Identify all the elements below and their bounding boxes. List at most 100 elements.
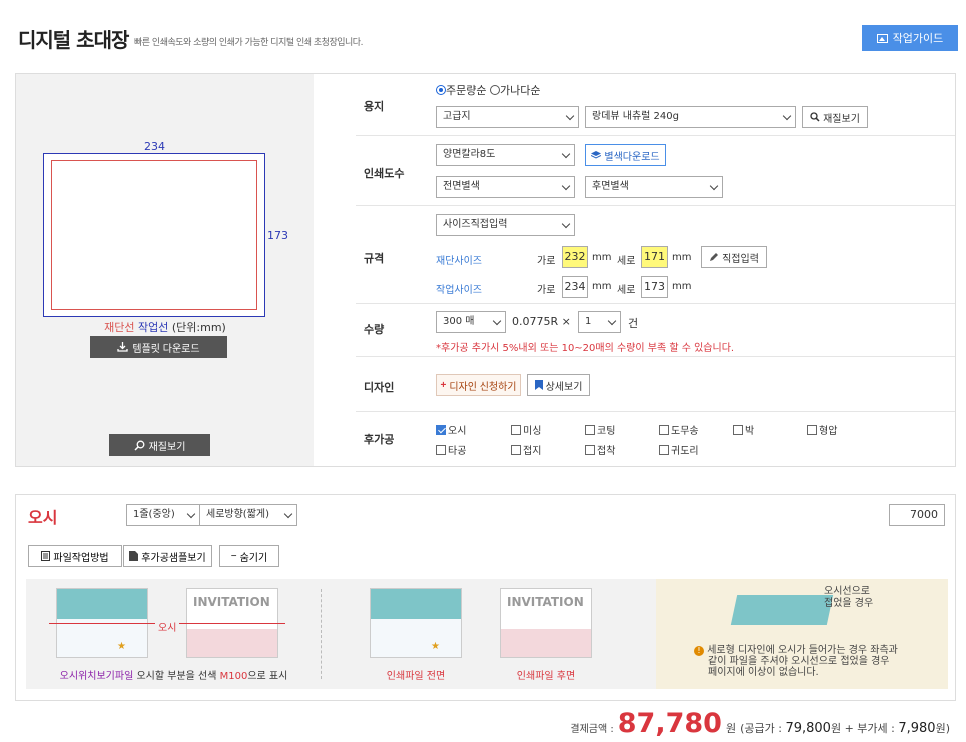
direct-input-label: 직접입력 (722, 253, 759, 265)
finishing-checkbox[interactable] (659, 445, 669, 455)
finishing-option[interactable]: 오시 (436, 422, 466, 437)
finishing-checkbox[interactable] (733, 425, 743, 435)
finishing-checkbox[interactable] (585, 425, 595, 435)
thumb-line (49, 623, 155, 624)
quantity-select[interactable]: 300 매 (436, 311, 506, 333)
order-count-value: 1 (585, 316, 592, 327)
caption-left-c: M100 (219, 671, 248, 682)
osi-direction-select[interactable]: 세로방향(짧게) (199, 504, 297, 526)
paper-row: 용지 주문량순 가나다순 고급지 랑데뷰 내츄럴 240g 재질보기 (356, 74, 955, 136)
osi-line-select[interactable]: 1줄(중앙) (126, 504, 200, 526)
print-colors-select[interactable]: 양면칼라8도 (436, 144, 575, 166)
hide-button[interactable]: − 숨기기 (219, 545, 279, 567)
work-width-input[interactable]: 234 (562, 276, 588, 298)
finishing-option[interactable]: 박 (733, 422, 754, 437)
layers-icon (591, 150, 602, 159)
size-mode-select[interactable]: 사이즈직접입력 (436, 214, 575, 236)
paper-stock-select[interactable]: 랑데뷰 내츄럴 240g (585, 106, 796, 128)
finishing-checkbox[interactable] (659, 425, 669, 435)
paper-view-label: 재질보기 (823, 113, 860, 125)
chevron-down-icon (561, 219, 571, 229)
info-icon: ! (694, 646, 704, 656)
fold-info-area: 오시선으로 접었을 경우 ! 세로형 디자인에 오시가 들어가는 경우 좌측과 … (656, 579, 948, 689)
design-apply-button[interactable]: + 디자인 신청하기 (436, 374, 521, 396)
finishing-option-label: 접착 (597, 446, 616, 457)
sort-alpha-label: 가나다순 (499, 84, 541, 97)
supply-label: (공급가 : (740, 722, 782, 735)
size-preview: 234 173 재단선 작업선 (단위:mm) 템플릿 다운로드 재질보기 (16, 74, 314, 466)
fold-info-line-1: 세로형 디자인에 오시가 들어가는 경우 좌측과 (707, 645, 898, 656)
finishing-option[interactable]: 코팅 (585, 422, 615, 437)
finishing-option-label: 도무송 (671, 426, 699, 437)
front-spot-select[interactable]: 전면별색 (436, 176, 575, 198)
finishing-checkbox[interactable] (585, 445, 595, 455)
design-detail-button[interactable]: 상세보기 (527, 374, 590, 396)
finishing-option[interactable]: 귀도리 (659, 442, 699, 457)
finishing-option-label: 코팅 (597, 426, 616, 437)
template-download-button[interactable]: 템플릿 다운로드 (90, 336, 227, 358)
legend-unit: (단위:mm) (171, 321, 226, 334)
finishing-checkbox[interactable] (511, 425, 521, 435)
osi-title: 오시 (28, 508, 58, 527)
total-price: 결제금액 : 87,780 원 (공급가 : 79,800원 + 부가세 : 7… (570, 708, 950, 739)
thumb-banner (371, 589, 461, 619)
direct-input-button[interactable]: 직접입력 (701, 246, 767, 268)
work-guide-button[interactable]: 작업가이드 (862, 25, 958, 51)
file-method-button[interactable]: 파일작업방법 (28, 545, 122, 567)
chevron-down-icon (607, 316, 617, 326)
paper-stock-value: 랑데뷰 내츄럴 240g (592, 111, 679, 122)
print-colors-row: 인쇄도수 양면칼라8도 별색다운로드 전면별색 후면별색 (356, 136, 955, 206)
spot-color-download-button[interactable]: 별색다운로드 (585, 144, 666, 166)
osi-invitation-thumbnail: INVITATION (179, 588, 285, 658)
finishing-checkbox[interactable] (436, 445, 446, 455)
back-spot-select[interactable]: 후면별색 (585, 176, 723, 198)
thumb-invitation-text: INVITATION (507, 595, 584, 609)
caption-left-d: 으로 표시 (247, 671, 288, 682)
cut-height-input[interactable]: 171 (641, 246, 668, 268)
finishing-sample-label: 후가공샘플보기 (141, 552, 206, 564)
quantity-rate: 0.0775R × (512, 315, 571, 328)
download-icon (117, 342, 129, 352)
cut-width-input[interactable]: 232 (562, 246, 588, 268)
chevron-down-icon (186, 509, 196, 519)
legend-work: 작업선 (138, 321, 169, 334)
total-amount: 87,780 (617, 708, 722, 739)
sort-alpha-radio[interactable] (489, 85, 500, 95)
pencil-icon (710, 253, 719, 261)
osi-guide-strip: ★ INVITATION 오시 오시위치보기파일 오시할 부분을 선색 M100… (26, 579, 948, 689)
print-colors-value: 양면칼라8도 (443, 149, 496, 160)
work-height-input[interactable]: 173 (641, 276, 668, 298)
order-count-select[interactable]: 1 (578, 311, 621, 333)
search-icon (134, 440, 145, 451)
finishing-label: 후가공 (364, 433, 395, 446)
finishing-option[interactable]: 형압 (807, 422, 837, 437)
finishing-option[interactable]: 접지 (511, 442, 541, 457)
finishing-option[interactable]: 접착 (585, 442, 615, 457)
finishing-option[interactable]: 도무송 (659, 422, 699, 437)
size-row: 규격 사이즈직접입력 재단사이즈 가로 232 mm 세로 171 mm 직접입… (356, 206, 955, 304)
divider (321, 589, 322, 679)
paper-type-value: 고급지 (443, 111, 471, 122)
finishing-checkbox[interactable] (511, 445, 521, 455)
fold-note-line-1: 오시선으로 (824, 586, 870, 597)
print-front-thumbnail: ★ (370, 588, 462, 658)
osi-thumb-label: 오시 (156, 619, 179, 634)
page-subtitle: 빠른 인쇄속도와 소량의 인쇄가 가능한 디지털 인쇄 초청장입니다. (134, 38, 363, 48)
chevron-down-icon (283, 509, 293, 519)
quantity-value: 300 매 (443, 316, 475, 327)
preview-paper-view-button[interactable]: 재질보기 (109, 434, 210, 456)
search-icon (810, 112, 820, 122)
finishing-checkbox[interactable] (807, 425, 817, 435)
paper-type-select[interactable]: 고급지 (436, 106, 579, 128)
finishing-row: 후가공 오시 미싱 코팅 도무송 박 형압타공 접지 접착 귀도리 (356, 412, 955, 466)
finishing-option[interactable]: 타공 (436, 442, 466, 457)
caption-front: 인쇄파일 전면 (386, 671, 446, 682)
cut-height-unit: mm (672, 252, 692, 263)
sort-order-radio[interactable] (436, 85, 446, 95)
hide-label: 숨기기 (239, 552, 268, 564)
finishing-sample-button[interactable]: 후가공샘플보기 (123, 545, 212, 567)
finishing-option[interactable]: 미싱 (511, 422, 541, 437)
paper-view-button[interactable]: 재질보기 (802, 106, 868, 128)
finishing-checkbox[interactable] (436, 425, 446, 435)
size-label: 규격 (364, 252, 385, 265)
